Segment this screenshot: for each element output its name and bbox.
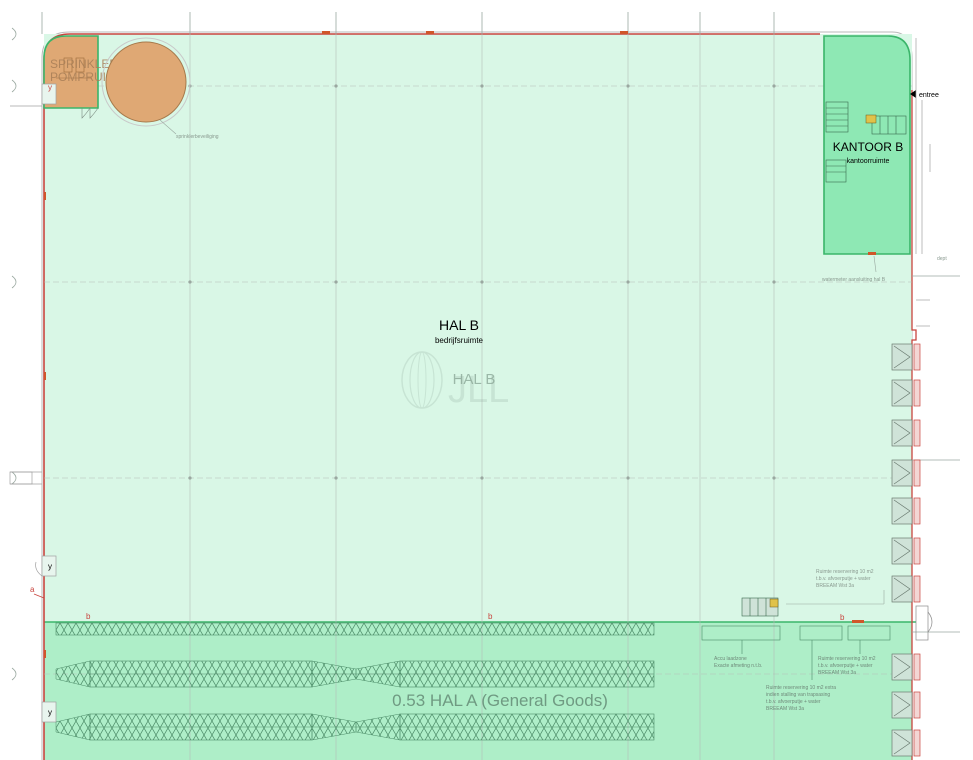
ruimte-note-3-line1: Ruimte reservering 10 m2 extra: [766, 685, 836, 691]
marker-y-2: y: [48, 562, 52, 571]
marker-b-3: b: [840, 613, 845, 622]
loading-dock: [891, 459, 921, 487]
sprinkler-tank-note: sprinklerbeveiliging: [176, 134, 219, 140]
jll-watermark-text: JLL: [448, 369, 509, 411]
hal-b-subtitle: bedrijfsruimte: [435, 336, 484, 345]
rack-row-top: [55, 622, 655, 636]
entrance-label: entree: [919, 92, 939, 99]
ruimte-note-3-line4: BREEAM Wst 3a: [766, 706, 804, 712]
accu-note-line2: Exacte afmeting n.t.b.: [714, 663, 762, 669]
marker-a: a: [30, 585, 35, 594]
loading-dock: [891, 497, 921, 525]
ruimte-note-2-line2: t.b.v. afvoerputje + water: [818, 663, 873, 669]
loading-dock: [891, 419, 921, 447]
ruimte-note-1-line3: BREEAM Wst 3a: [816, 583, 854, 589]
hal-a-wall-marker: [852, 620, 864, 623]
ruimte-note-1-line1: Ruimte reservering 10 m2: [816, 569, 874, 575]
marker-y-1: y: [48, 83, 52, 92]
hal-b-title: HAL B: [439, 317, 479, 333]
loading-dock: [891, 537, 921, 565]
marker-b-1: b: [86, 612, 91, 621]
loading-dock: [891, 575, 921, 603]
hal-a-label: 0.53 HAL A (General Goods): [392, 691, 608, 710]
loading-dock: [891, 653, 921, 681]
loading-dock: [891, 691, 921, 719]
loading-dock: [891, 379, 921, 407]
loading-docks: [891, 343, 921, 757]
hal-a-stair-box: [769, 598, 779, 608]
kantoor-b-subtitle: kantoorruimte: [847, 158, 890, 165]
ruimte-note-2-line1: Ruimte reservering 10 m2: [818, 656, 876, 662]
ruimte-note-3-line3: t.b.v. afvoerputje + water: [766, 699, 821, 705]
sprinkler-tank: [105, 41, 187, 123]
dock-note: dept: [937, 256, 947, 262]
loading-dock: [891, 343, 921, 371]
ruimte-note-1-line2: t.b.v. afvoerputje + water: [816, 576, 871, 582]
ruimte-note-3-line2: indien stalling van trapsasing: [766, 692, 830, 698]
watermeter-note: watermeter aansluiting hal B: [822, 277, 886, 283]
office-door-marker: [868, 252, 876, 255]
ruimte-note-2-line3: BREEAM Wst 3a: [818, 670, 856, 676]
accu-note-line1: Accu laadzone: [714, 656, 747, 662]
kantoor-b-title: KANTOOR B: [833, 140, 903, 154]
loading-dock: [891, 729, 921, 757]
marker-y-3: y: [48, 708, 52, 717]
marker-b-2: b: [488, 612, 493, 621]
office-meter-box: [865, 114, 877, 124]
floor-plan: SPRINKLER POMPRUIMTE sprinklerbeveiligin…: [0, 0, 973, 760]
